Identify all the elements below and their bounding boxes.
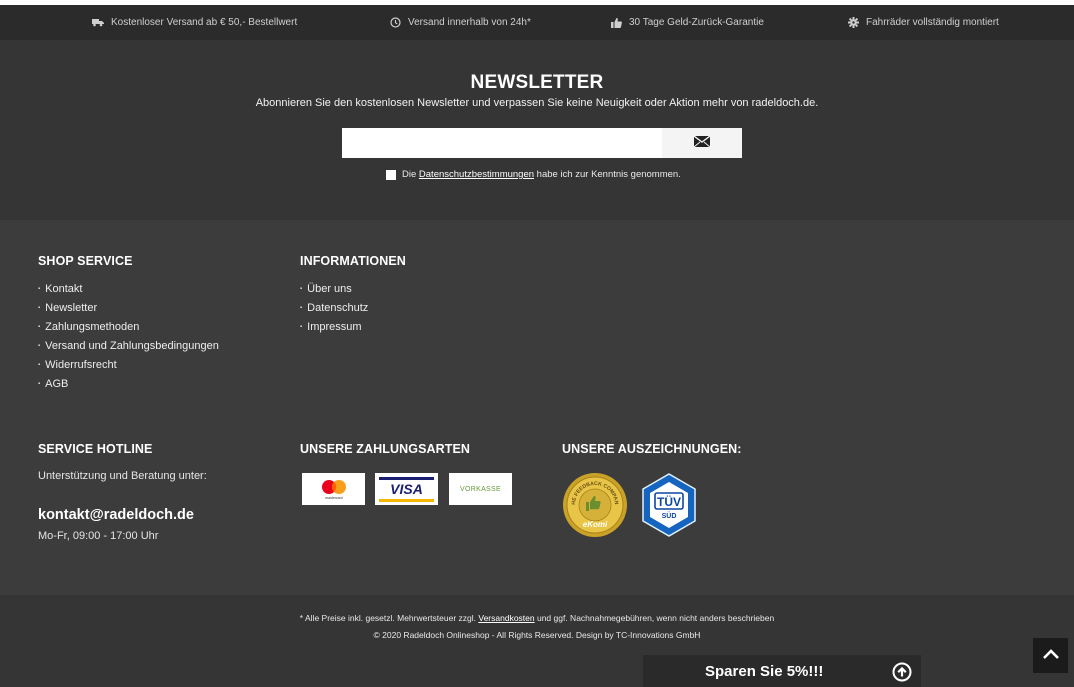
chevron-up-icon — [1042, 647, 1060, 665]
scroll-to-top-button[interactable] — [1033, 638, 1068, 673]
footer-link-datenschutz[interactable]: Datenschutz — [300, 299, 368, 318]
consent-checkbox[interactable] — [386, 169, 396, 180]
footer-link-agb[interactable]: AGB — [38, 375, 219, 394]
usp-assembled: Fahrräder vollständig montiert — [848, 5, 999, 40]
footer-link-newsletter[interactable]: Newsletter — [38, 299, 219, 318]
newsletter-email-input[interactable] — [342, 128, 662, 158]
tuv-sud-seal: TÜV SÜD — [637, 473, 701, 537]
clock-icon — [390, 17, 401, 28]
newsletter-title: NEWSLETTER — [470, 72, 604, 93]
footer-link-versand[interactable]: Versand und Zahlungsbedingungen — [38, 337, 219, 356]
footer-link-impressum[interactable]: Impressum — [300, 318, 368, 337]
payment-title: UNSERE ZAHLUNGSARTEN — [300, 442, 471, 456]
mastercard-text: mastercard — [325, 496, 343, 500]
shop-service-title: SHOP SERVICE — [38, 254, 133, 268]
legal-line-1: * Alle Preise inkl. gesetzl. Mehrwertste… — [299, 613, 775, 623]
usp-text: Fahrräder vollständig montiert — [866, 17, 999, 28]
promo-tab[interactable]: Sparen Sie 5%!!! — [643, 655, 921, 687]
thumbs-up-icon — [611, 17, 622, 28]
legal-line-2: © 2020 Radeldoch Onlineshop - All Rights… — [373, 630, 701, 640]
usp-text: 30 Tage Geld-Zurück-Garantie — [629, 17, 764, 28]
informationen-list: Über uns Datenschutz Impressum — [300, 280, 368, 337]
visa-text: VISA — [390, 480, 423, 497]
usp-text: Kostenloser Versand ab € 50,- Bestellwer… — [111, 17, 298, 28]
envelope-icon — [693, 134, 711, 152]
newsletter-section: NEWSLETTER Abonnieren Sie den kostenlose… — [0, 40, 1074, 220]
footer-link-widerrufsrecht[interactable]: Widerrufsrecht — [38, 356, 219, 375]
footer-link-kontakt[interactable]: Kontakt — [38, 280, 219, 299]
footer-link-zahlungsmethoden[interactable]: Zahlungsmethoden — [38, 318, 219, 337]
visa-logo: VISA — [375, 473, 438, 505]
shop-service-list: Kontakt Newsletter Zahlungsmethoden Vers… — [38, 280, 219, 394]
hotline-hours: Mo-Fr, 09:00 - 17:00 Uhr — [38, 530, 159, 542]
truck-icon — [92, 18, 104, 27]
tuv-top-text: TÜV — [657, 494, 681, 509]
usp-shipping-time: Versand innerhalb von 24h* — [390, 5, 531, 40]
circle-arrow-up-icon — [892, 662, 912, 687]
vorkasse-logo: VORKASSE — [449, 473, 512, 505]
usp-bar: Kostenloser Versand ab € 50,- Bestellwer… — [0, 5, 1074, 40]
hotline-title: SERVICE HOTLINE — [38, 442, 153, 456]
consent-text: Die Datenschutzbestimmungen habe ich zur… — [402, 169, 681, 180]
newsletter-subtitle: Abonnieren Sie den kostenlosen Newslette… — [255, 97, 819, 109]
tuv-bottom-text: SÜD — [662, 511, 677, 520]
footer: SHOP SERVICE Kontakt Newsletter Zahlungs… — [0, 220, 1074, 595]
hotline-text: Unterstützung und Beratung unter: — [38, 470, 207, 482]
informationen-title: INFORMATIONEN — [300, 254, 406, 268]
awards-title: UNSERE AUSZEICHNUNGEN: — [562, 442, 742, 456]
ekomi-seal: THE FEEDBACK COMPANY eKomi — [560, 468, 628, 538]
shipping-costs-link[interactable]: Versandkosten — [478, 613, 534, 623]
newsletter-consent: Die Datenschutzbestimmungen habe ich zur… — [386, 169, 681, 180]
usp-text: Versand innerhalb von 24h* — [408, 17, 531, 28]
usp-money-back: 30 Tage Geld-Zurück-Garantie — [611, 5, 764, 40]
usp-free-shipping: Kostenloser Versand ab € 50,- Bestellwer… — [92, 5, 297, 40]
gear-icon — [848, 17, 859, 28]
footer-link-ueber-uns[interactable]: Über uns — [300, 280, 368, 299]
newsletter-submit-button[interactable] — [662, 128, 742, 158]
vorkasse-text: VORKASSE — [460, 485, 501, 493]
ekomi-brand-text: eKomi — [583, 520, 608, 529]
hotline-email[interactable]: kontakt@radeldoch.de — [38, 507, 194, 523]
mastercard-logo: mastercard — [302, 473, 365, 505]
promo-label: Sparen Sie 5%!!! — [705, 662, 824, 680]
privacy-policy-link[interactable]: Datenschutzbestimmungen — [419, 169, 534, 180]
